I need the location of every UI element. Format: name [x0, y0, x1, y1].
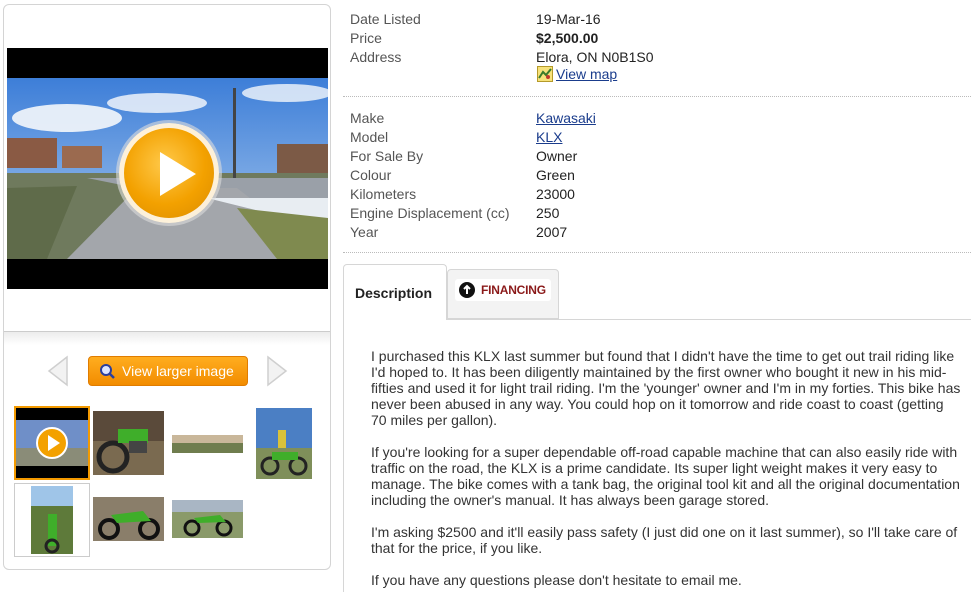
for-sale-by-label: For Sale By	[350, 148, 424, 164]
date-listed-label: Date Listed	[350, 11, 421, 27]
address-label: Address	[350, 49, 402, 65]
price-value: $2,500.00	[536, 30, 599, 46]
previous-image-arrow-icon[interactable]	[47, 355, 69, 387]
financing-arrow-icon	[459, 282, 475, 298]
year-label: Year	[350, 224, 379, 240]
thumbnail-photo-4[interactable]	[256, 408, 312, 479]
bike-side-thumbnail-image	[93, 497, 164, 541]
description-paragraph-2: If you're looking for a super dependable…	[371, 444, 960, 508]
thumbnail-photo-3[interactable]	[172, 435, 243, 453]
bike-yard-thumbnail-image	[172, 500, 243, 538]
kilometers-value: 23000	[536, 186, 575, 202]
thumbnail-video[interactable]	[14, 406, 90, 480]
video-player[interactable]	[7, 48, 328, 289]
description-panel-border	[343, 319, 344, 592]
make-link[interactable]: Kawasaki	[536, 110, 596, 126]
trail-bike-thumbnail-image	[15, 484, 89, 556]
media-panel: View larger image	[3, 4, 331, 570]
financing-badge: FINANCING	[455, 279, 551, 301]
thumbnail-photo-5[interactable]	[14, 483, 90, 557]
view-map-link[interactable]: View map	[556, 66, 617, 82]
model-label: Model	[350, 129, 389, 145]
colour-label: Colour	[350, 167, 392, 183]
next-image-arrow-icon[interactable]	[266, 355, 288, 387]
play-icon[interactable]	[119, 123, 219, 223]
rider-thumbnail-image	[256, 408, 312, 479]
model-link[interactable]: KLX	[536, 129, 562, 145]
section-divider	[343, 252, 971, 253]
tab-financing-label: FINANCING	[481, 283, 546, 297]
description-paragraph-3: I'm asking $2500 and it'll easily pass s…	[371, 524, 958, 556]
description-paragraph-1: I purchased this KLX last summer but fou…	[371, 348, 961, 428]
year-value: 2007	[536, 224, 568, 240]
description-paragraph-4: If you have any questions please don't h…	[371, 572, 742, 588]
kilometers-label: Kilometers	[350, 186, 417, 202]
tab-bar-line	[447, 319, 971, 320]
thumbnail-photo-2[interactable]	[93, 411, 164, 475]
engine-displacement-value: 250	[536, 205, 560, 221]
map-icon[interactable]	[537, 66, 553, 82]
bike-closeup-thumbnail-image	[93, 411, 164, 475]
engine-displacement-label: Engine Displacement (cc)	[350, 205, 510, 221]
thumbnail-photo-6[interactable]	[93, 497, 164, 541]
tab-description-label: Description	[355, 285, 433, 301]
thumbnail-photo-7[interactable]	[172, 500, 243, 538]
view-larger-image-label: View larger image	[122, 363, 234, 379]
date-listed-value: 19-Mar-16	[536, 11, 601, 27]
for-sale-by-value: Owner	[536, 148, 578, 164]
make-label: Make	[350, 110, 385, 126]
media-divider	[4, 331, 330, 345]
address-value: Elora, ON N0B1S0	[536, 49, 654, 65]
magnifier-icon	[100, 364, 115, 379]
colour-value: Green	[536, 167, 575, 183]
section-divider	[343, 96, 971, 97]
price-label: Price	[350, 30, 382, 46]
tab-financing[interactable]: FINANCING	[447, 269, 559, 319]
panorama-thumbnail-image	[172, 435, 243, 453]
tab-description[interactable]: Description	[343, 264, 447, 320]
view-larger-image-button[interactable]: View larger image	[88, 356, 248, 386]
video-thumbnail-image	[16, 408, 88, 478]
